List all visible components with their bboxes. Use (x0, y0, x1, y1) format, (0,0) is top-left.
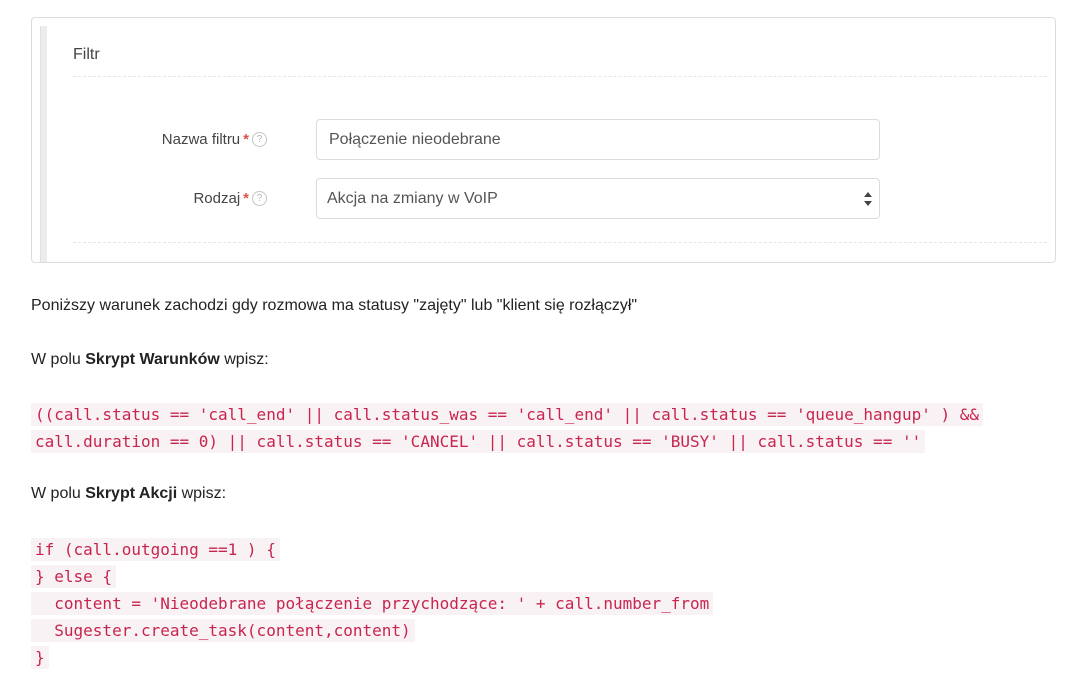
filter-name-input[interactable] (316, 119, 880, 160)
code-line-text: call.duration == 0) || call.status == 'C… (31, 430, 926, 453)
code-line: if (call.outgoing ==1 ) { (31, 536, 713, 563)
action-script-instruction: W polu Skrypt Akcji wpisz: (31, 485, 226, 503)
code-line-text: Sugester.create_task(content,content) (31, 619, 415, 642)
filter-name-label-text: Nazwa filtru (161, 131, 241, 148)
instruction-suffix: wpisz: (177, 485, 227, 502)
code-line-text: if (call.outgoing ==1 ) { (31, 538, 280, 561)
type-select-value: Akcja na zmiany w VoIP (327, 190, 498, 207)
instruction-suffix: wpisz: (219, 351, 269, 368)
action-script-code: if (call.outgoing ==1 ) { } else { conte… (31, 536, 714, 671)
type-label-text: Rodzaj (193, 190, 241, 207)
code-line: ((call.status == 'call_end' || call.stat… (31, 401, 984, 428)
code-line: Sugester.create_task(content,content) (31, 617, 713, 644)
required-icon: * (243, 131, 249, 148)
panel-divider-top (73, 76, 1047, 77)
status-description-paragraph: Poniższy warunek zachodzi gdy rozmowa ma… (31, 297, 638, 314)
type-select[interactable]: Akcja na zmiany w VoIP (316, 178, 880, 219)
filter-name-label: Nazwa filtru * ? (162, 131, 267, 148)
sort-arrows-icon (864, 192, 872, 206)
form-row-filter-name: Nazwa filtru * ? (32, 119, 1055, 161)
help-icon[interactable]: ? (252, 191, 267, 206)
condition-script-instruction: W polu Skrypt Warunków wpisz: (31, 351, 269, 369)
code-line-text: content = 'Nieodebrane połączenie przych… (31, 592, 714, 615)
code-line: } else { (31, 563, 713, 590)
code-line-text: } else { (31, 565, 117, 588)
instruction-prefix: W polu (31, 351, 86, 368)
code-line: call.duration == 0) || call.status == 'C… (31, 428, 983, 455)
condition-script-code: ((call.status == 'call_end' || call.stat… (31, 401, 984, 455)
panel-title: Filtr (73, 46, 100, 63)
panel-divider-bottom (73, 242, 1047, 243)
form-row-type: Rodzaj * ? Akcja na zmiany w VoIP (32, 178, 1055, 220)
code-line-text: } (31, 646, 49, 669)
instruction-prefix: W polu (31, 485, 86, 502)
type-label: Rodzaj * ? (193, 190, 267, 207)
code-line: content = 'Nieodebrane połączenie przych… (31, 590, 714, 617)
filter-panel: Filtr Nazwa filtru * ? Rodzaj * ? Akcja … (31, 17, 1056, 263)
action-script-term: Skrypt Akcji (85, 485, 178, 502)
code-line: } (31, 644, 713, 671)
condition-script-term: Skrypt Warunków (85, 351, 220, 368)
help-icon[interactable]: ? (252, 132, 267, 147)
required-icon: * (243, 190, 249, 207)
code-line-text: ((call.status == 'call_end' || call.stat… (31, 403, 984, 426)
